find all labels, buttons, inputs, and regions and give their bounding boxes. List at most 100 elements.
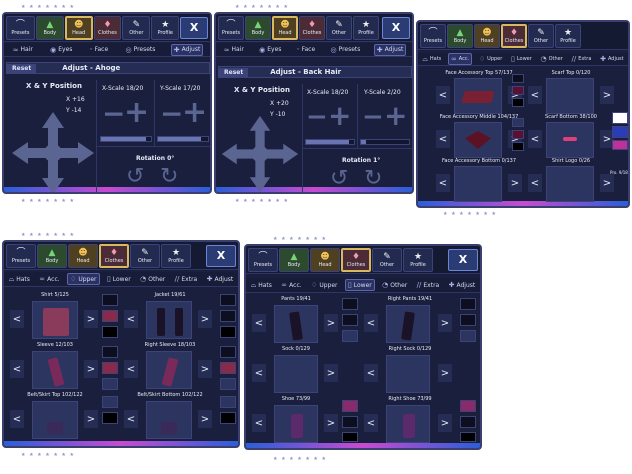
tab-hair[interactable]: ≈ Hair (11, 45, 35, 55)
position-dpad[interactable] (220, 114, 300, 192)
color-swatch[interactable] (220, 378, 236, 390)
color-swatch[interactable] (342, 416, 358, 428)
rotate-right-button[interactable]: ↻ (364, 166, 382, 191)
position-dpad[interactable] (10, 110, 96, 192)
tab-adjust[interactable]: ✚ Adjust (170, 43, 204, 56)
prev-arrow[interactable]: < (252, 414, 266, 432)
nav-body[interactable]: ▲ Body (447, 23, 473, 48)
tab-extra[interactable]: //Extra (415, 280, 442, 290)
x-scale-minus-button[interactable]: − (102, 100, 125, 128)
color-swatch[interactable] (220, 310, 236, 322)
nav-clothes[interactable]: ♦ Clothes (99, 243, 129, 268)
next-arrow[interactable]: > (438, 364, 452, 382)
next-arrow[interactable]: > (198, 410, 212, 428)
nav-body[interactable]: ▲ Body (279, 247, 309, 272)
tab-hair[interactable]: ≈ Hair (222, 45, 246, 55)
item-preview[interactable] (386, 305, 430, 343)
color-swatch[interactable] (612, 126, 628, 138)
color-swatch[interactable] (512, 142, 524, 151)
item-preview[interactable] (32, 301, 78, 339)
tab-lower[interactable]: ▯ Lower (509, 54, 534, 64)
tab-acc[interactable]: ∞ Acc. (279, 280, 303, 290)
nav-profile[interactable]: ★ Profile (403, 247, 433, 272)
color-swatch[interactable] (512, 98, 524, 107)
nav-profile[interactable]: ★ Profile (161, 243, 191, 268)
color-swatch[interactable] (512, 118, 524, 127)
nav-profile[interactable]: ★ Profile (151, 15, 180, 40)
prev-arrow[interactable]: < (252, 314, 266, 332)
color-swatch[interactable] (342, 298, 358, 310)
color-swatch[interactable] (512, 74, 524, 83)
prev-arrow[interactable]: < (124, 410, 138, 428)
next-arrow[interactable]: > (198, 310, 212, 328)
nav-profile[interactable]: ★ Profile (555, 23, 581, 48)
tab-adjust[interactable]: ✚ Adjust (447, 280, 478, 290)
color-swatch[interactable] (220, 362, 236, 374)
color-swatch[interactable] (102, 310, 118, 322)
tab-upper[interactable]: ♢ Upper (309, 280, 339, 290)
color-swatch[interactable] (460, 314, 476, 326)
color-swatch[interactable] (220, 412, 236, 424)
tab-acc[interactable]: ∞ Acc. (447, 53, 473, 65)
nav-clothes[interactable]: ♦ Clothes (93, 15, 122, 40)
tab-adjust[interactable]: ✚ Adjust (373, 43, 407, 56)
y-scale-slider[interactable] (157, 136, 209, 142)
tab-other[interactable]: ◔ Other (380, 280, 409, 290)
color-swatch[interactable] (342, 432, 358, 442)
prev-arrow[interactable]: < (436, 130, 450, 148)
item-preview[interactable] (454, 166, 502, 202)
item-preview[interactable] (32, 351, 78, 389)
prev-arrow[interactable]: < (436, 174, 450, 192)
close-button[interactable]: X (206, 244, 236, 267)
item-preview[interactable] (546, 122, 594, 158)
x-scale-plus-button[interactable]: + (328, 102, 351, 130)
next-arrow[interactable]: > (84, 410, 98, 428)
tab-extra[interactable]: //Extra (173, 274, 200, 284)
nav-clothes[interactable]: ♦ Clothes (341, 247, 371, 272)
rotate-left-button[interactable]: ↺ (330, 166, 348, 191)
prev-arrow[interactable]: < (528, 174, 542, 192)
tab-eyes[interactable]: ◉ Eyes (48, 45, 74, 55)
tab-adjust[interactable]: ✚ Adjust (205, 274, 236, 284)
prev-arrow[interactable]: < (10, 360, 24, 378)
x-scale-plus-button[interactable]: + (124, 98, 149, 128)
prev-arrow[interactable]: < (10, 410, 24, 428)
tab-lower[interactable]: ▯ Lower (105, 274, 133, 284)
close-button[interactable]: X (180, 16, 209, 39)
next-arrow[interactable]: > (438, 414, 452, 432)
y-scale-minus-button[interactable]: − (160, 100, 183, 128)
nav-clothes[interactable]: ♦ Clothes (299, 15, 325, 40)
nav-other[interactable]: ✎ Other (130, 243, 160, 268)
nav-presets[interactable]: ⌒ Presets (218, 15, 244, 40)
prev-arrow[interactable]: < (252, 364, 266, 382)
next-arrow[interactable]: > (84, 310, 98, 328)
tab-eyes[interactable]: ◉ Eyes (257, 45, 283, 55)
nav-other[interactable]: ✎ Other (528, 23, 554, 48)
prev-arrow[interactable]: < (364, 414, 378, 432)
y-scale-minus-button[interactable]: − (362, 104, 384, 130)
color-swatch[interactable] (460, 298, 476, 310)
tab-acc[interactable]: ∞ Acc. (37, 274, 61, 284)
color-swatch[interactable] (460, 416, 476, 428)
color-swatch[interactable] (342, 330, 358, 342)
color-swatch[interactable] (342, 314, 358, 326)
nav-head[interactable]: ☻ Head (64, 15, 93, 40)
item-preview[interactable] (274, 405, 318, 443)
item-preview[interactable] (454, 78, 502, 114)
tab-lower[interactable]: ▯ Lower (344, 279, 375, 291)
nav-body[interactable]: ▲ Body (37, 243, 67, 268)
color-swatch[interactable] (102, 362, 118, 374)
color-swatch[interactable] (512, 130, 524, 139)
nav-other[interactable]: ✎ Other (372, 247, 402, 272)
color-swatch[interactable] (102, 412, 118, 424)
nav-other[interactable]: ✎ Other (326, 15, 352, 40)
next-arrow[interactable]: > (600, 174, 614, 192)
prev-arrow[interactable]: < (10, 310, 24, 328)
color-swatch[interactable] (102, 294, 118, 306)
tab-face[interactable]: ᵕ Face (295, 45, 317, 55)
color-swatch[interactable] (612, 112, 628, 124)
color-swatch[interactable] (102, 396, 118, 408)
color-swatch[interactable] (102, 346, 118, 358)
y-scale-slider[interactable] (360, 139, 410, 145)
color-swatch[interactable] (102, 326, 118, 338)
